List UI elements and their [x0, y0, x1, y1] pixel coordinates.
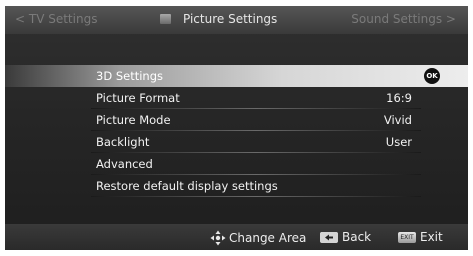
- page-title: Picture Settings: [183, 12, 278, 26]
- menu-item-3d-settings[interactable]: 3D Settings OK: [5, 65, 468, 87]
- menu-item-label: Restore default display settings: [96, 179, 278, 193]
- menu-item-value: User: [385, 135, 412, 149]
- hint-back-label: Back: [342, 230, 372, 244]
- dpad-icon: [210, 230, 226, 246]
- tv-frame: < TV Settings Picture Settings Sound Set…: [0, 0, 473, 256]
- menu-item-restore-defaults[interactable]: Restore default display settings: [5, 175, 468, 197]
- exit-key-icon: EXIT: [398, 231, 416, 243]
- hint-change-area[interactable]: Change Area: [210, 230, 306, 246]
- menu-item-label: Picture Format: [96, 91, 180, 105]
- menu-item-label: 3D Settings: [96, 69, 163, 83]
- back-key-icon: [320, 231, 338, 243]
- hint-change-area-label: Change Area: [229, 231, 307, 245]
- menu-item-backlight[interactable]: Backlight User: [5, 131, 468, 153]
- ok-button-icon: OK: [424, 68, 440, 84]
- menu-item-value: 16:9: [386, 91, 412, 105]
- picture-settings-icon: [160, 14, 171, 24]
- menu-item-label: Backlight: [96, 135, 150, 149]
- hint-exit[interactable]: EXIT Exit: [398, 230, 443, 244]
- osd-screen: < TV Settings Picture Settings Sound Set…: [5, 6, 468, 250]
- header-bar: < TV Settings Picture Settings Sound Set…: [5, 6, 468, 34]
- nav-tv-settings[interactable]: < TV Settings: [15, 12, 97, 26]
- footer-bar: Change Area Back EXIT Exit: [5, 224, 468, 250]
- menu-item-label: Picture Mode: [96, 113, 171, 127]
- menu-item-picture-mode[interactable]: Picture Mode Vivid: [5, 109, 468, 131]
- page-title-group: Picture Settings: [160, 12, 277, 26]
- hint-exit-label: Exit: [420, 230, 443, 244]
- hint-back[interactable]: Back: [320, 230, 371, 244]
- row-divider: [91, 196, 421, 197]
- menu-item-label: Advanced: [96, 157, 153, 171]
- menu-item-advanced[interactable]: Advanced: [5, 153, 468, 175]
- menu-item-picture-format[interactable]: Picture Format 16:9: [5, 87, 468, 109]
- nav-sound-settings[interactable]: Sound Settings >: [351, 12, 456, 26]
- menu-item-value: Vivid: [383, 113, 412, 127]
